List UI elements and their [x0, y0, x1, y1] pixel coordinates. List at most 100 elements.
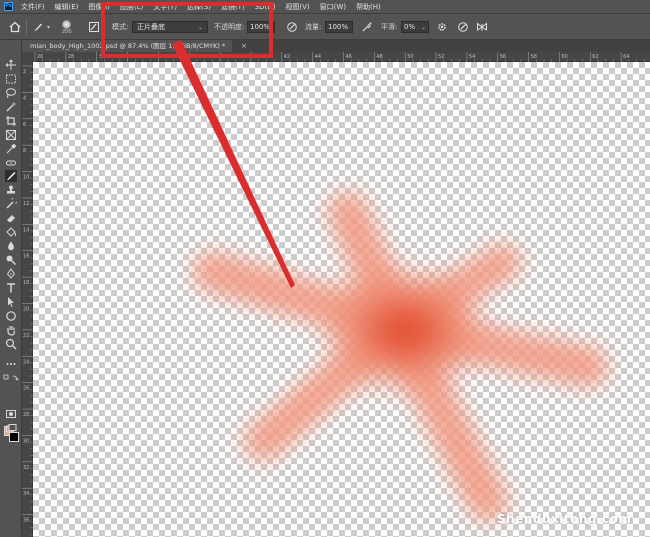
brush-size-value: 200 — [62, 28, 72, 35]
screen-mode-button[interactable] — [5, 423, 17, 435]
tool-type[interactable] — [5, 282, 17, 294]
tool-hand[interactable] — [5, 324, 17, 336]
swap-colors-icon — [3, 374, 19, 381]
menu-help[interactable]: 帮助(H) — [356, 2, 381, 12]
tool-magic-wand[interactable] — [5, 101, 17, 113]
ruler-v-label: 26 — [23, 386, 29, 392]
flow-input[interactable]: 100% — [325, 21, 353, 33]
document-canvas[interactable] — [33, 62, 650, 537]
flow-label: 流量: — [305, 23, 322, 31]
ruler-v-label: 22 — [23, 333, 29, 339]
brush-icon — [7, 172, 16, 181]
pressure-opacity-icon — [287, 22, 297, 32]
home-icon — [9, 21, 21, 33]
menu-file[interactable]: 文件(F) — [21, 2, 45, 12]
tool-blur[interactable] — [5, 240, 17, 252]
ruler-v-label: 30 — [23, 438, 29, 444]
ruler-h-label: 56 — [500, 54, 506, 60]
marquee-icon — [6, 74, 16, 84]
menu-edit[interactable]: 编辑(E) — [55, 2, 79, 12]
tool-zoom[interactable] — [5, 338, 17, 350]
move-icon — [5, 59, 16, 70]
ruler-v-label: 12 — [23, 201, 29, 207]
ruler-v-label: 20 — [23, 307, 29, 313]
tool-crop[interactable] — [5, 115, 17, 127]
ruler-v-label: 36 — [23, 518, 29, 524]
eraser-icon — [7, 215, 15, 222]
smoothing-options-button[interactable] — [436, 14, 448, 40]
ruler-v-label: 10 — [23, 175, 29, 181]
more-icon — [6, 363, 16, 365]
ruler-v-label: 18 — [23, 280, 29, 286]
ruler-h-label: 52 — [438, 54, 444, 60]
tool-history-brush[interactable] — [5, 196, 19, 210]
tool-eyedropper[interactable] — [5, 143, 17, 155]
tool-move[interactable] — [5, 59, 17, 71]
lasso-icon — [6, 88, 16, 99]
ruler-v-label: 16 — [23, 254, 29, 260]
tool-preset-button[interactable]: ▾ — [32, 14, 50, 40]
tool-pen[interactable] — [5, 268, 17, 280]
bucket-icon — [6, 227, 16, 237]
tool-bucket[interactable] — [5, 226, 17, 238]
tool-path-select[interactable] — [5, 296, 17, 308]
airbrush-icon — [362, 22, 372, 32]
tool-more[interactable] — [5, 358, 17, 370]
screen-mode-icon — [6, 424, 17, 433]
options-bar: ▾ 200 模式: 正片叠底 ⌄ 不透明度: 100% 流量: 100% 平滑: — [0, 13, 650, 40]
ruler-h-label: 44 — [315, 54, 321, 60]
brush-stroke-artwork — [193, 192, 608, 522]
menu-window[interactable]: 窗口(W) — [320, 2, 346, 12]
ruler-h-label: 42 — [284, 54, 290, 60]
vertical-ruler-ticks: 24681012141618202224262830323436 — [22, 65, 33, 535]
flow-value: 100% — [328, 23, 349, 31]
ruler-v-label: 2 — [23, 69, 26, 75]
tool-eraser[interactable] — [5, 212, 17, 224]
ruler-v-label: 6 — [23, 122, 26, 128]
quick-mask-button[interactable] — [5, 408, 17, 420]
quick-mask-icon — [6, 410, 16, 418]
tool-brush[interactable] — [5, 170, 17, 182]
vertical-ruler[interactable]: 2 4 6 8 10 12 14 16 18 20 22 24 26 28 30 32 34 36 — [22, 62, 33, 537]
pressure-size-button[interactable] — [457, 14, 469, 40]
pressure-size-icon — [458, 22, 468, 32]
crop-icon — [6, 116, 16, 126]
chevron-down-icon: ▾ — [47, 23, 51, 31]
menu-view[interactable]: 视图(V) — [285, 2, 309, 12]
ruler-v-label: 28 — [23, 412, 29, 418]
hand-icon — [7, 326, 16, 336]
ruler-v-label: 34 — [23, 491, 29, 497]
history-brush-icon — [6, 196, 19, 209]
tool-frame[interactable] — [5, 129, 17, 141]
airbrush-button[interactable] — [361, 14, 373, 40]
eyedropper-icon — [6, 143, 17, 154]
tool-dodge[interactable] — [5, 254, 17, 266]
stamp-icon — [7, 185, 15, 194]
tool-lasso[interactable] — [5, 87, 17, 99]
ruler-h-label: 58 — [531, 54, 537, 60]
ruler-h-label: 62 — [592, 54, 598, 60]
ruler-h-label: 64 — [623, 54, 629, 60]
tool-healing[interactable] — [5, 157, 17, 169]
gear-icon — [438, 23, 446, 31]
tool-clone-stamp[interactable] — [5, 184, 17, 196]
watermark-text: Shenduxitong.com — [497, 512, 632, 526]
brush-preset-icon — [34, 23, 42, 31]
magic-wand-icon — [6, 102, 16, 112]
brush-panel-toggle[interactable] — [88, 14, 100, 40]
menu-bar: Ps 文件(F) 编辑(E) 图像(I) 图层(L) 文字(Y) 选择(S) 滤… — [0, 0, 650, 13]
home-button[interactable] — [9, 14, 21, 40]
pressure-opacity-button[interactable] — [286, 14, 298, 40]
symmetry-button[interactable] — [476, 14, 488, 40]
ruler-v-label: 32 — [23, 465, 29, 471]
swap-colors-button[interactable] — [3, 374, 19, 382]
smoothing-input[interactable]: 0% ⌄ — [401, 21, 429, 33]
brush-size-picker[interactable]: 200 — [62, 14, 72, 40]
smoothing-label: 平滑: — [381, 23, 398, 31]
tool-shape[interactable] — [5, 310, 17, 322]
ruler-corner — [22, 52, 33, 62]
ruler-h-label: 54 — [469, 54, 475, 60]
tool-marquee[interactable] — [5, 73, 17, 85]
butterfly-icon — [477, 22, 487, 31]
ruler-h-label: 28 — [68, 54, 74, 60]
